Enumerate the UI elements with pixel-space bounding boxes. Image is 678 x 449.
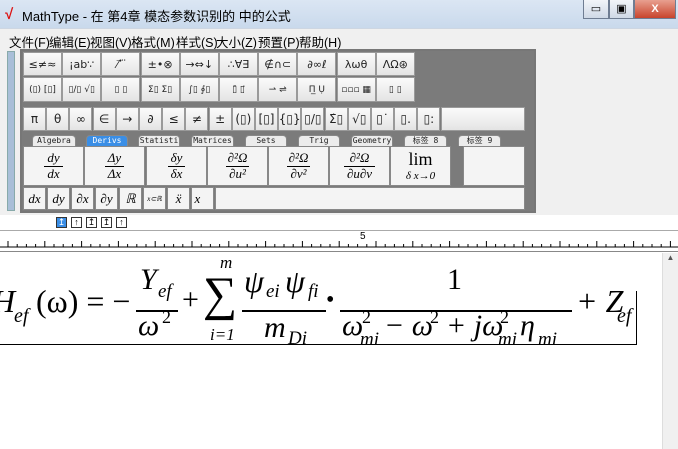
derivative-template-button[interactable]: ∂²Ω ∂u² xyxy=(207,146,268,186)
maximize-button[interactable]: ▣ xyxy=(609,0,634,19)
palette-button-row1[interactable]: ≤≠≈ xyxy=(23,52,62,76)
tab-geometry[interactable]: Geometry xyxy=(351,135,393,146)
palette-button-row2[interactable]: ▯̄ ▯⃗ xyxy=(219,77,258,102)
tab-label-8[interactable]: 标签 8 xyxy=(404,135,447,146)
palette-button-row3[interactable]: ≠ xyxy=(185,107,209,131)
palette-button-row2[interactable]: ▯/▯ √▯ xyxy=(62,77,102,102)
derivative-template-button[interactable]: ∂²Ω ∂v² xyxy=(268,146,329,186)
small-template-button[interactable]: ẍ xyxy=(167,187,190,210)
palette-button-row3[interactable]: → xyxy=(115,107,139,131)
template-denominator: ∂u² xyxy=(226,165,249,181)
palette-button-row3[interactable]: π xyxy=(23,107,46,131)
small-template-button[interactable]: dy xyxy=(47,187,70,210)
template-empty xyxy=(463,146,525,186)
template-numerator: ∂²Ω xyxy=(349,150,370,166)
palette-button-row3[interactable]: ≤ xyxy=(162,107,186,131)
template-denominator: δx xyxy=(167,165,186,181)
palette-button-row2[interactable]: ▯ ▯ xyxy=(375,77,415,102)
tab-algebra[interactable]: Algebra xyxy=(32,135,76,146)
vertical-scrollbar[interactable]: ▲ xyxy=(662,253,678,449)
template-denominator: dx xyxy=(44,165,63,181)
ruler-ticks xyxy=(0,241,678,248)
palette-button-row3[interactable]: ∂ xyxy=(139,107,162,131)
mathtype-logo-icon: √ xyxy=(5,6,14,23)
ruler-label: 5 xyxy=(360,231,366,242)
title-bar: √ MathType - 在 第4章 模态参数识别的 中的公式 ▭ ▣ X xyxy=(0,0,678,28)
palette-button-row2[interactable]: ⇀ ⇌ xyxy=(258,77,298,102)
palette-button-row1[interactable]: ∉∩⊂ xyxy=(258,52,298,76)
nudge-button-1[interactable]: ↥ xyxy=(56,217,67,228)
derivative-template-button[interactable]: lim δ x→0 xyxy=(390,146,451,186)
toolbar-grip[interactable] xyxy=(7,51,15,211)
small-template-button[interactable]: ℝ xyxy=(119,187,142,210)
nudge-button-2[interactable]: ↑ xyxy=(71,217,82,228)
template-denominator: ∂u∂v xyxy=(343,165,376,181)
palette-button-row1[interactable]: ∂∞ℓ xyxy=(297,52,337,76)
template-numerator: lim xyxy=(408,149,433,170)
palette-button-row2[interactable]: Π̲ Ụ xyxy=(297,77,337,102)
palette-button-row1[interactable]: ±•⊗ xyxy=(140,52,180,76)
scroll-up-arrow-icon[interactable]: ▲ xyxy=(663,253,678,262)
palette-button-row2[interactable]: ∫▯ ∮▯ xyxy=(179,77,219,102)
tab-sets[interactable]: Sets xyxy=(245,135,287,146)
palette-button-row1[interactable]: ΛΩ⊛ xyxy=(375,52,415,76)
palette-button-row2[interactable]: ▯ ▯ xyxy=(101,77,141,102)
palette-button-row3[interactable]: ▯. xyxy=(394,107,418,131)
palette-button-row1[interactable]: →⇔↓ xyxy=(179,52,219,76)
palette-button-row3[interactable]: ∈ xyxy=(92,107,116,131)
small-template-button[interactable]: dx xyxy=(23,187,46,210)
derivative-template-button[interactable]: Δy Δx xyxy=(84,146,145,186)
palette-button-row3[interactable]: ± xyxy=(208,107,232,131)
small-template-button[interactable]: ∂y xyxy=(95,187,118,210)
menu-bar: 文件(F) 编辑(E) 视图(V) 格式(M) 样式(S) 大小(Z) 预置(P… xyxy=(0,28,678,50)
derivative-template-button[interactable]: ∂²Ω ∂u∂v xyxy=(329,146,390,186)
nudge-button-3[interactable]: ↥ xyxy=(86,217,97,228)
palette-button-row3[interactable]: ∞ xyxy=(69,107,93,131)
template-numerator: dy xyxy=(47,150,60,166)
palette-button-row3[interactable]: [▯] xyxy=(255,107,278,131)
small-template-button[interactable]: ∂x xyxy=(71,187,94,210)
template-numerator: ∂²Ω xyxy=(288,150,309,166)
palette-button-row3[interactable]: θ xyxy=(46,107,70,131)
palette-button-row1[interactable]: ∴∀∃ xyxy=(219,52,258,76)
small-template-button[interactable]: x⊂ℝ xyxy=(143,187,166,210)
tab-trig[interactable]: Trig xyxy=(298,135,340,146)
palette-button-row3[interactable]: ▯: xyxy=(417,107,441,131)
template-numerator: Δy xyxy=(107,150,122,166)
small-template-empty xyxy=(215,187,525,210)
palette-button-row2[interactable]: (▯) [▯] xyxy=(23,77,62,102)
palette-button-row3[interactable]: Σ̇▯ xyxy=(324,107,348,131)
text-cursor xyxy=(636,291,637,345)
nudge-button-5[interactable]: ↑ xyxy=(116,217,127,228)
palette-button-row1[interactable]: λωθ xyxy=(336,52,376,76)
minimize-button[interactable]: ▭ xyxy=(583,0,609,19)
template-denominator: δ x→0 xyxy=(405,169,436,182)
template-numerator: δy xyxy=(170,150,183,166)
nudge-button-4[interactable]: ↥ xyxy=(101,217,112,228)
palette-button-row2[interactable]: Σ▯ Σ▯ xyxy=(140,77,180,102)
tab-statistics[interactable]: Statisti xyxy=(138,135,180,146)
close-button[interactable]: X xyxy=(634,0,676,19)
window-title: MathType - 在 第4章 模态参数识别的 中的公式 xyxy=(22,9,291,24)
equation-editor-area[interactable]: H ef (ω) = − Y ef ω 2 + m ∑ i=1 ψ ei ψ f… xyxy=(0,253,662,449)
small-template-button[interactable]: x⃛ xyxy=(191,187,214,210)
tab-matrices[interactable]: Matrices xyxy=(191,135,234,146)
palette-button-row1[interactable]: ¡ab∵ xyxy=(62,52,102,76)
palette-button-row3[interactable]: ▯˙ xyxy=(371,107,394,131)
ruler[interactable]: 5 xyxy=(0,230,678,252)
palette-empty-slot xyxy=(441,107,525,131)
palette-button-row3[interactable]: ▯/▯ xyxy=(301,107,325,131)
template-numerator: ∂²Ω xyxy=(227,150,248,166)
tab-label-9[interactable]: 标签 9 xyxy=(458,135,501,146)
palette-button-row3[interactable]: (▯) xyxy=(231,107,255,131)
tab-derivs[interactable]: Derivs xyxy=(86,135,128,146)
palette-button-row1[interactable]: ⁄ ⃗ ⃛ xyxy=(101,52,141,76)
palette-button-row3[interactable]: {▯} xyxy=(278,107,302,131)
derivative-template-button[interactable]: dy dx xyxy=(23,146,84,186)
template-denominator: ∂v² xyxy=(287,165,310,181)
template-denominator: Δx xyxy=(104,165,125,181)
palette-button-row2[interactable]: ▫▫▫ ▦ xyxy=(336,77,376,102)
derivative-template-button[interactable]: δy δx xyxy=(146,146,207,186)
palette-button-row3[interactable]: √▯ xyxy=(347,107,371,131)
